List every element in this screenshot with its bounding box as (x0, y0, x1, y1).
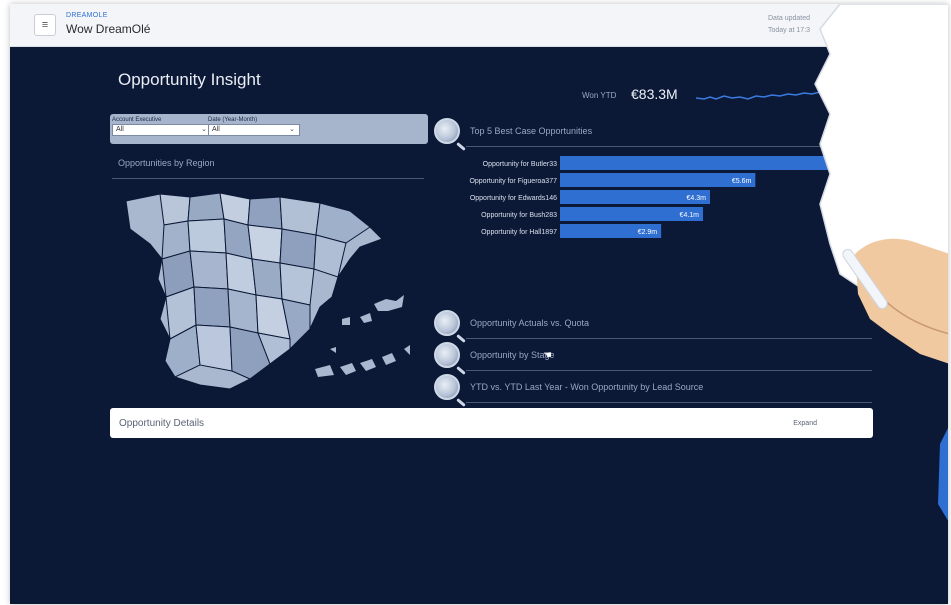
date-select[interactable]: All ⌄ (208, 124, 300, 136)
section-title-by-stage: Opportunity by Stage (470, 350, 555, 360)
details-title: Opportunity Details (119, 418, 205, 429)
chevron-down-icon: ⌄ (201, 126, 207, 133)
search-lens-icon (434, 342, 460, 368)
search-lens-icon (434, 310, 460, 336)
bar-category-label: Opportunity for Hall1897 (481, 229, 557, 236)
menu-icon[interactable]: ≡ (34, 14, 56, 36)
bar-category-label: Opportunity for Bush283 (481, 212, 557, 219)
filter-label: Account Executive (112, 117, 162, 123)
bar-value-label: €4.1m (680, 212, 700, 219)
search-lens-icon (434, 374, 460, 400)
bar-value-label: €2.9m (638, 229, 658, 236)
app-subtitle: DREAMOLE (66, 12, 108, 19)
divider (112, 178, 424, 179)
mascot-illustration (814, 4, 948, 521)
search-lens-icon (434, 118, 460, 144)
bar-category-label: Opportunity for Butler33 (483, 161, 557, 168)
select-value: All (116, 126, 124, 133)
filter-panel: Account Executive All ⌄ Date (Year-Month… (110, 114, 428, 144)
dashboard-frame: ≡ DREAMOLE Wow DreamOlé Data updated Tod… (10, 4, 948, 604)
section-title-ytd-lead-source: YTD vs. YTD Last Year - Won Opportunity … (470, 382, 704, 392)
opportunity-details-panel: Opportunity Details Expand (110, 408, 873, 438)
select-value: All (212, 126, 220, 133)
won-ytd-label: Won YTD (582, 91, 617, 100)
bar[interactable] (560, 173, 756, 187)
won-ytd-value: €83.3M (631, 86, 678, 102)
app-title: Wow DreamOlé (66, 22, 151, 36)
bar-category-label: Opportunity for Figueroa377 (469, 178, 557, 185)
bar-value-label: €4.3m (687, 195, 707, 202)
chevron-down-icon: ⌄ (289, 126, 295, 133)
bar-value-label: €5.6m (732, 178, 752, 185)
spain-region-map[interactable] (120, 189, 410, 399)
mouse-cursor-icon: ☚ (543, 350, 552, 361)
filter-date[interactable]: Date (Year-Month) All ⌄ (208, 117, 300, 136)
filter-account-executive[interactable]: Account Executive All ⌄ (112, 117, 212, 136)
section-title-actuals-vs-quota: Opportunity Actuals vs. Quota (470, 318, 590, 328)
section-title-top5: Top 5 Best Case Opportunities (470, 126, 593, 136)
account-executive-select[interactable]: All ⌄ (112, 124, 212, 136)
bar-category-label: Opportunity for Edwards146 (470, 195, 557, 202)
filter-label: Date (Year-Month) (208, 117, 258, 123)
section-title-by-region: Opportunities by Region (118, 158, 215, 168)
page-title: Opportunity Insight (118, 70, 261, 89)
